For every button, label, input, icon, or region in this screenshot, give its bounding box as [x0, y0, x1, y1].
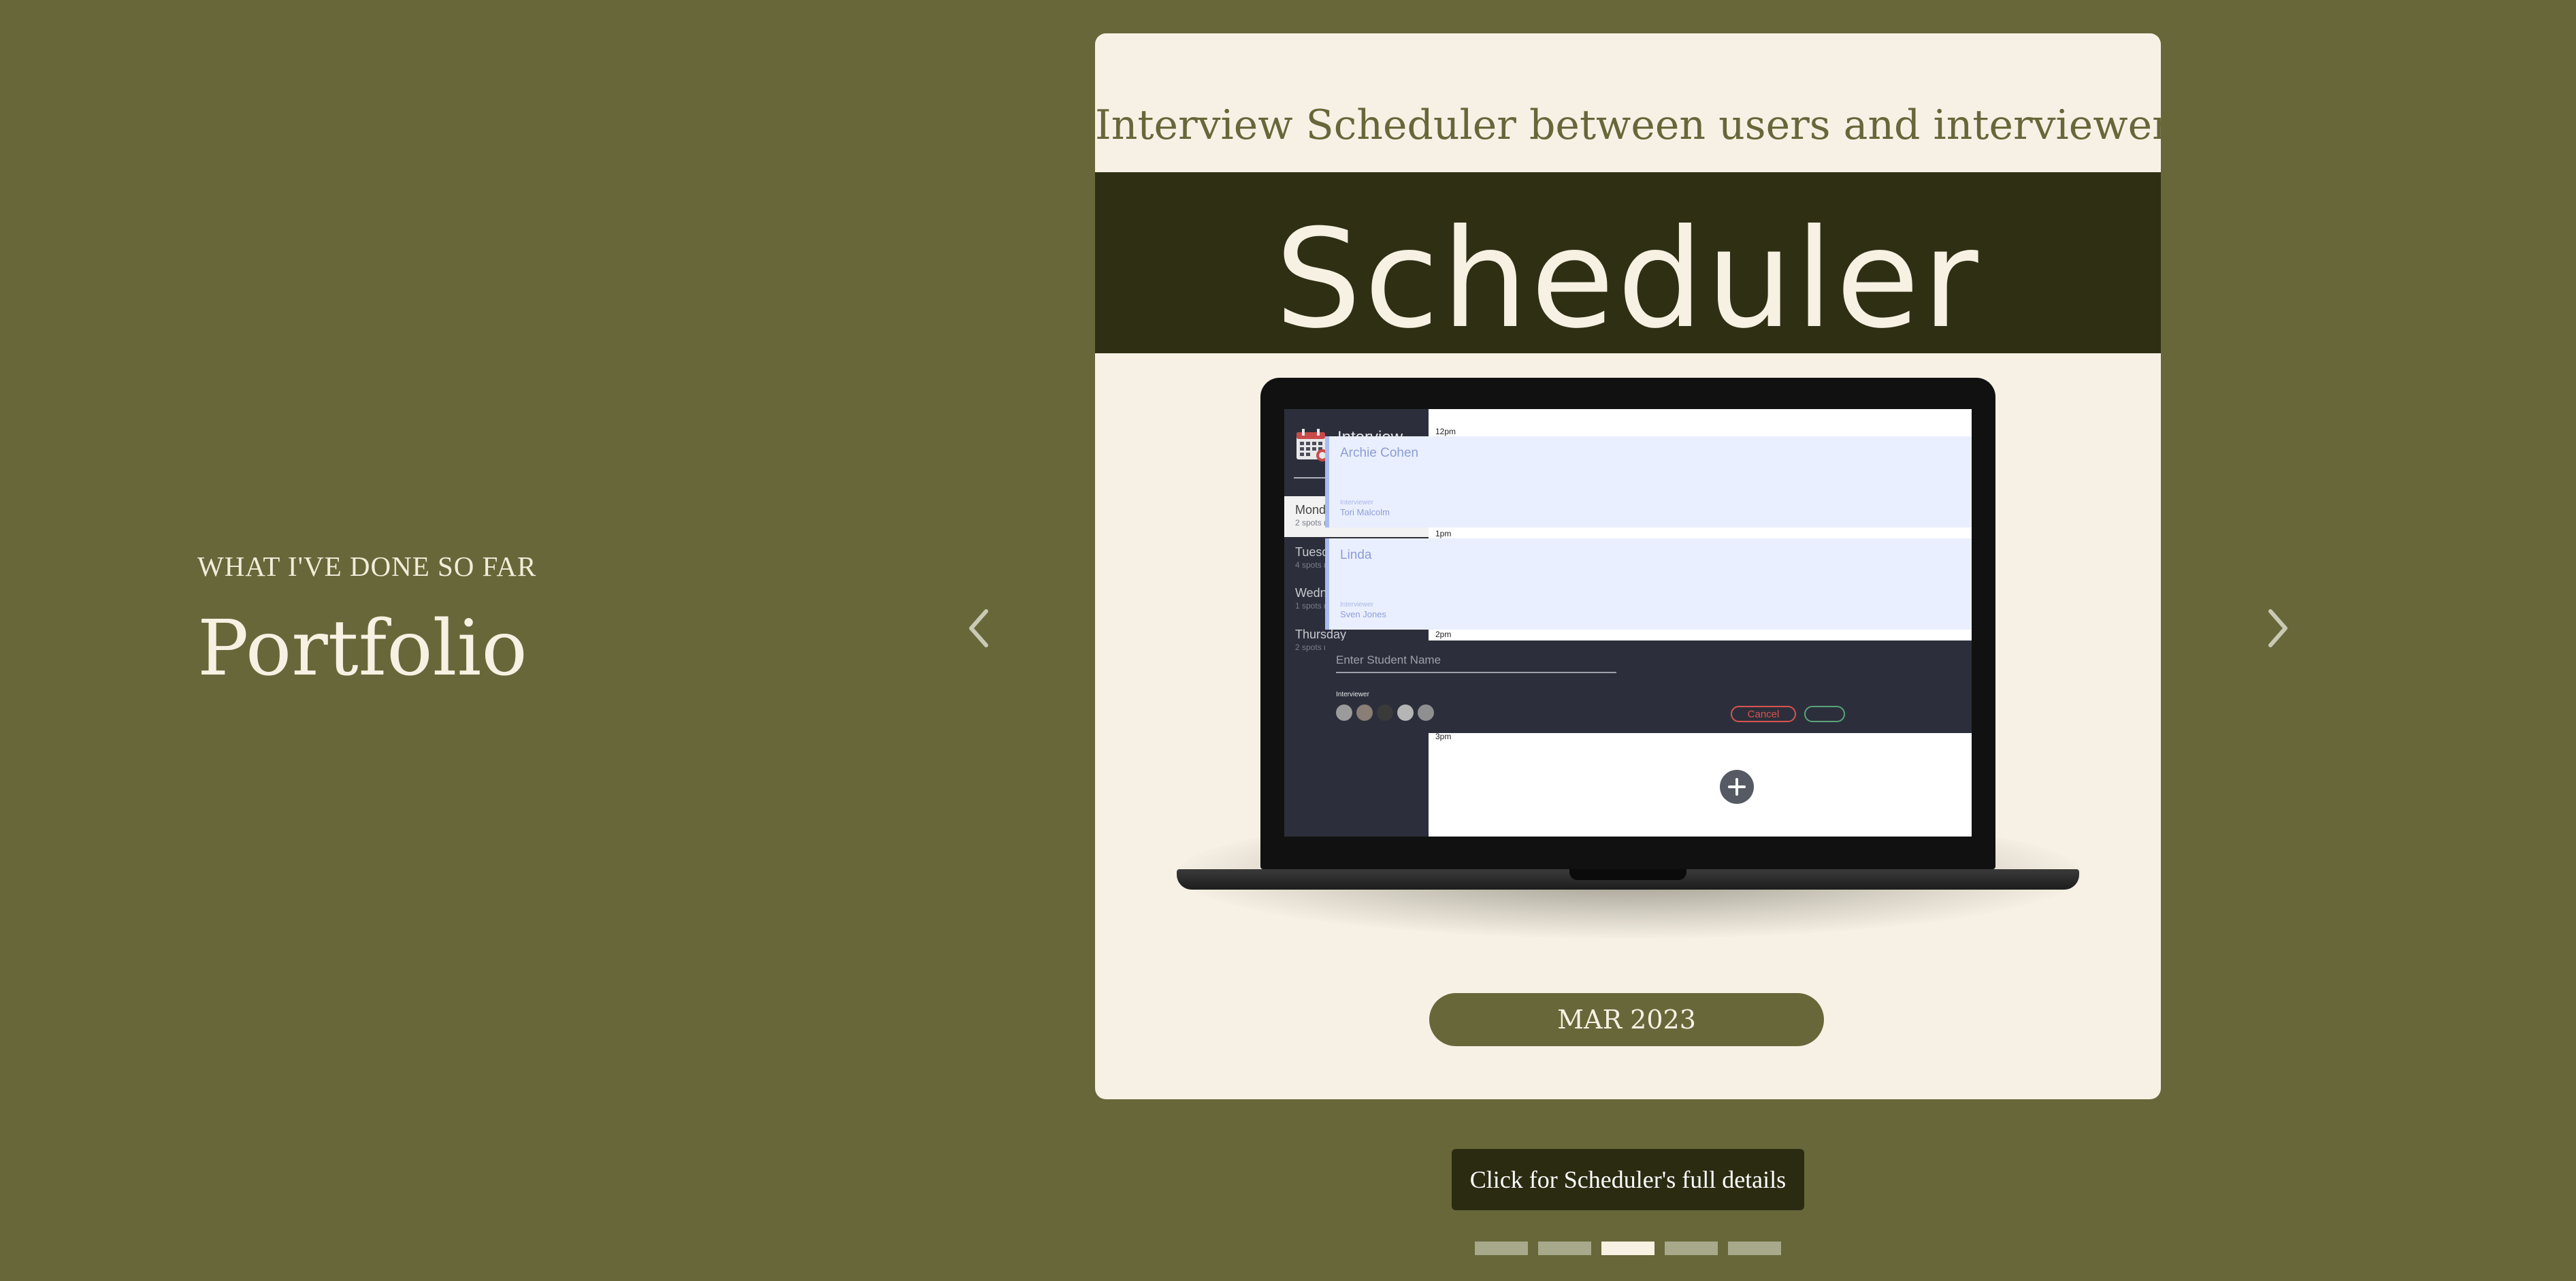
carousel-dot[interactable]	[1665, 1242, 1718, 1255]
previous-slide-button[interactable]	[962, 604, 996, 652]
section-title: Portfolio	[197, 604, 527, 693]
project-card[interactable]: Interview Scheduler between users and in…	[1095, 33, 2161, 1099]
save-button[interactable]	[1804, 706, 1845, 722]
carousel-dot[interactable]	[1475, 1242, 1528, 1255]
interviewer-avatar[interactable]	[1336, 704, 1352, 721]
next-slide-button[interactable]	[2261, 604, 2295, 652]
appointment-student: Archie Cohen	[1340, 446, 1419, 460]
interviewer-avatar[interactable]	[1377, 704, 1393, 721]
day-name: Thursday	[1295, 628, 1347, 641]
appointment-interviewer: Tori Malcolm	[1340, 507, 1390, 517]
appointment-interviewer: Sven Jones	[1340, 609, 1386, 619]
appointment-student: Linda	[1340, 548, 1372, 562]
carousel-dot[interactable]	[1538, 1242, 1591, 1255]
interviewer-avatar[interactable]	[1418, 704, 1434, 721]
appointment-card[interactable]: Linda Interviewer Sven Jones	[1325, 538, 1972, 630]
chevron-left-icon	[969, 609, 988, 647]
section-eyebrow: WHAT I'VE DONE SO FAR	[197, 551, 537, 582]
appointment-interviewer-label: Interviewer	[1340, 601, 1373, 609]
carousel-dot[interactable]	[1728, 1242, 1781, 1255]
project-title: Scheduler	[1275, 200, 1981, 359]
app-preview-screen: Interview Scheduler Monday 2 spots remai…	[1284, 409, 1972, 837]
student-name-input[interactable]	[1336, 649, 1616, 673]
project-details-button[interactable]: Click for Scheduler's full details	[1452, 1149, 1804, 1210]
project-date: MAR 2023	[1429, 993, 1824, 1046]
cancel-button[interactable]: Cancel	[1731, 706, 1796, 722]
appointment-interviewer-label: Interviewer	[1340, 499, 1373, 506]
appointment-card[interactable]: Archie Cohen Interviewer Tori Malcolm	[1325, 436, 1972, 528]
interviewer-avatar[interactable]	[1397, 704, 1414, 721]
carousel-dot-active[interactable]	[1601, 1242, 1654, 1255]
time-label: 3pm	[1435, 732, 1452, 741]
time-label: 12pm	[1435, 427, 1456, 436]
interviewer-label: Interviewer	[1336, 691, 1369, 698]
add-appointment-button[interactable]	[1720, 770, 1754, 804]
project-subtitle: Interview Scheduler between users and in…	[1095, 101, 2161, 149]
laptop-notch	[1569, 869, 1686, 880]
appointment-form: Interviewer Cancel	[1325, 640, 1972, 733]
time-label: 1pm	[1435, 529, 1452, 538]
interviewer-avatar[interactable]	[1356, 704, 1373, 721]
chevron-right-icon	[2268, 609, 2287, 647]
time-label: 2pm	[1435, 630, 1452, 639]
plus-icon	[1728, 778, 1746, 796]
